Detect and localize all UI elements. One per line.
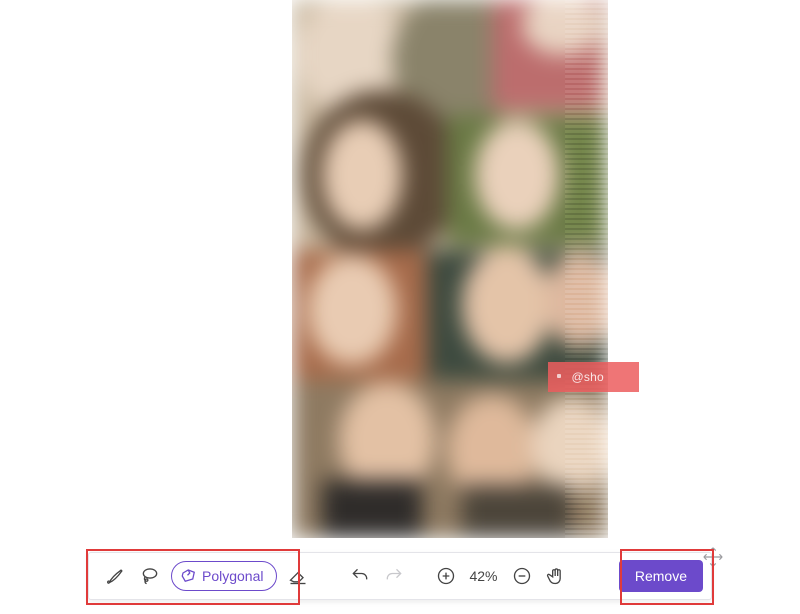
- polygonal-tool[interactable]: Polygonal: [171, 561, 277, 591]
- eraser-tool[interactable]: [284, 562, 312, 590]
- redo-icon: [384, 566, 404, 586]
- minus-circle-icon: [512, 566, 532, 586]
- move-icon: [702, 546, 724, 568]
- plus-circle-icon: [436, 566, 456, 586]
- remove-label: Remove: [635, 568, 687, 584]
- remove-button[interactable]: Remove: [619, 560, 703, 592]
- toolbar: Polygonal 42% Remove: [88, 552, 712, 600]
- eraser-icon: [288, 566, 308, 586]
- image-canvas[interactable]: [292, 0, 608, 538]
- lasso-icon: [140, 566, 160, 586]
- pan-tool[interactable]: [542, 562, 570, 590]
- lasso-tool[interactable]: [136, 562, 164, 590]
- undo-button[interactable]: [346, 562, 374, 590]
- zoom-out-button[interactable]: [508, 562, 536, 590]
- zoom-level: 42%: [467, 568, 501, 584]
- brush-icon: [106, 566, 126, 586]
- brush-tool[interactable]: [102, 562, 130, 590]
- move-handle[interactable]: [702, 546, 724, 568]
- polygonal-icon: [180, 567, 198, 585]
- editor-stage: @sho Polygonal 42%: [0, 0, 800, 614]
- watermark-badge: @sho: [548, 362, 639, 392]
- undo-icon: [350, 566, 370, 586]
- zoom-in-button[interactable]: [432, 562, 460, 590]
- watermark-text: @sho: [572, 370, 604, 384]
- redo-button[interactable]: [380, 562, 408, 590]
- glitch-strip: [565, 0, 608, 538]
- hand-icon: [546, 566, 566, 586]
- polygonal-label: Polygonal: [202, 568, 264, 584]
